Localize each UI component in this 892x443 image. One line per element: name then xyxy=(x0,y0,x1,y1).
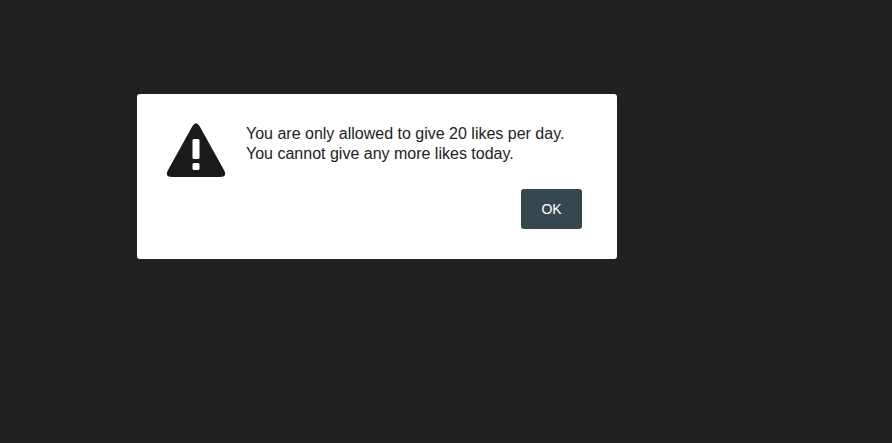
ok-button[interactable]: OK xyxy=(521,189,582,229)
message-line: You are only allowed to give 20 likes pe… xyxy=(246,124,582,144)
warning-icon xyxy=(166,122,226,179)
background-photo: You are only allowed to give 20 likes pe… xyxy=(0,0,892,443)
alert-dialog: You are only allowed to give 20 likes pe… xyxy=(137,94,617,259)
message-line: You cannot give any more likes today. xyxy=(246,144,582,164)
dialog-actions: OK xyxy=(166,189,582,229)
alert-message: You are only allowed to give 20 likes pe… xyxy=(246,122,582,164)
